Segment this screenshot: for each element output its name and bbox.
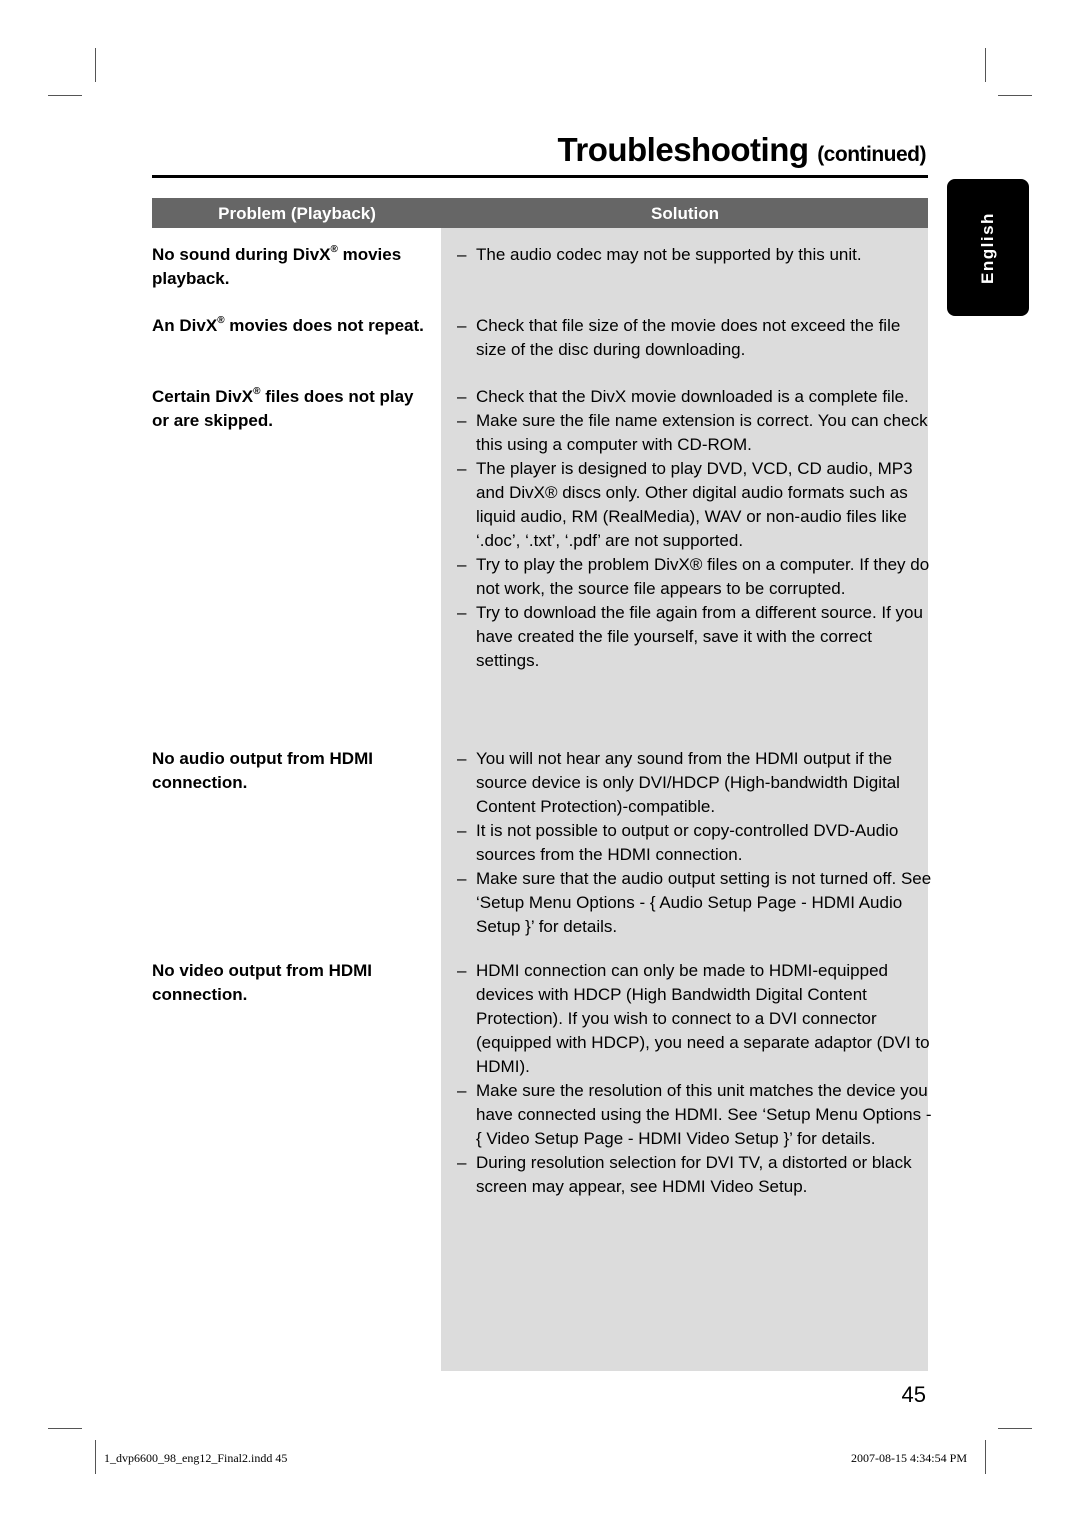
dash-bullet: – [457,245,467,264]
crop-mark [95,48,96,82]
solution-text: The audio codec may not be supported by … [476,245,862,264]
dash-bullet: – [457,821,467,840]
problem-text-part: No audio output from HDMI connection. [152,749,373,792]
page-title: Troubleshooting (continued) [557,131,927,169]
column-header-solution: Solution [651,204,719,223]
crop-mark [95,1440,96,1474]
solution-text: Try to play the problem DivX® files on a… [476,555,930,598]
problem-text: No audio output from HDMI connection. [152,747,432,795]
crop-mark [48,1428,82,1429]
language-tab-label: English [978,211,997,284]
table-header: Problem (Playback) Solution [152,198,928,228]
solution-item: – It is not possible to output or copy-co… [457,819,932,867]
page-number: 45 [901,1382,926,1407]
solution-text: Make sure the resolution of this unit ma… [476,1081,932,1148]
dash-bullet: – [457,1081,467,1100]
solution-item: – HDMI connection can only be made to HDM… [457,959,932,1079]
solution-item: – The audio codec may not be supported by… [457,243,932,267]
problem-text: An DivX® movies does not repeat. [152,314,432,338]
column-header-problem: Problem (Playback) [218,204,376,223]
solution-text: Try to download the file again from a di… [476,603,923,670]
problem-text: No sound during DivX® movies playback. [152,243,432,291]
dash-bullet: – [457,555,467,574]
solution-item: – During resolution selection for DVI TV,… [457,1151,932,1199]
solution-item: – Make sure that the audio output setting… [457,867,932,939]
dash-bullet: – [457,749,467,768]
problem-text-part: No video output from HDMI connection. [152,961,373,1004]
dash-bullet: – [457,459,467,478]
title-rule [152,175,928,178]
solution-text: Check that file size of the movie does n… [476,316,901,359]
solution-list: – Check that the DivX movie downloaded is… [457,385,932,673]
solution-list: – The audio codec may not be supported by… [457,243,932,267]
solution-item: – Check that file size of the movie does … [457,314,932,362]
solution-item: – Try to download the file again from a d… [457,601,932,673]
problem-text: No video output from HDMI connection. [152,959,432,1007]
footer-timestamp: 2007-08-15 4:34:54 PM [850,1451,967,1465]
language-tab: English [947,179,1029,316]
solution-text: During resolution selection for DVI TV, … [476,1153,912,1196]
problem-text-part: No sound during DivX [152,245,331,264]
solution-text: Check that the DivX movie downloaded is … [476,387,909,406]
solution-item: – Check that the DivX movie downloaded is… [457,385,932,409]
crop-mark [998,95,1032,96]
solution-text: You will not hear any sound from the HDM… [476,749,900,816]
solution-list: – Check that file size of the movie does … [457,314,932,362]
dash-bullet: – [457,411,467,430]
solution-item: – The player is designed to play DVD, VCD… [457,457,932,553]
title-suffix: (continued) [817,143,926,166]
problem-text-part: Certain DivX [152,387,254,406]
solution-item: – Make sure the resolution of this unit m… [457,1079,932,1151]
problem-text-part: movies does not repeat. [224,316,424,335]
solution-text: Make sure the file name extension is cor… [476,411,928,454]
dash-bullet: – [457,316,467,335]
dash-bullet: – [457,869,467,888]
crop-mark [985,1440,986,1474]
title-main: Troubleshooting [557,131,809,168]
solution-text: The player is designed to play DVD, VCD,… [476,459,913,550]
dash-bullet: – [457,1153,467,1172]
crop-mark [985,48,986,82]
problem-text: Certain DivX® files does not play or are… [152,385,432,433]
dash-bullet: – [457,387,467,406]
crop-mark [998,1428,1032,1429]
solution-list: – You will not hear any sound from the HD… [457,747,932,939]
solution-item: – Make sure the file name extension is co… [457,409,932,457]
dash-bullet: – [457,961,467,980]
dash-bullet: – [457,603,467,622]
footer-filename: 1_dvp6600_98_eng12_Final2.indd 45 [104,1451,288,1465]
solution-item: – You will not hear any sound from the HD… [457,747,932,819]
crop-mark [48,95,82,96]
registered-mark: ® [330,244,338,255]
solution-text: It is not possible to output or copy-con… [476,821,899,864]
solution-item: – Try to play the problem DivX® files on … [457,553,932,601]
problem-text-part: An DivX [152,316,218,335]
solution-list: – HDMI connection can only be made to HDM… [457,959,932,1199]
registered-mark: ® [217,315,225,326]
solution-text: HDMI connection can only be made to HDMI… [476,961,930,1076]
solution-text: Make sure that the audio output setting … [476,869,932,936]
